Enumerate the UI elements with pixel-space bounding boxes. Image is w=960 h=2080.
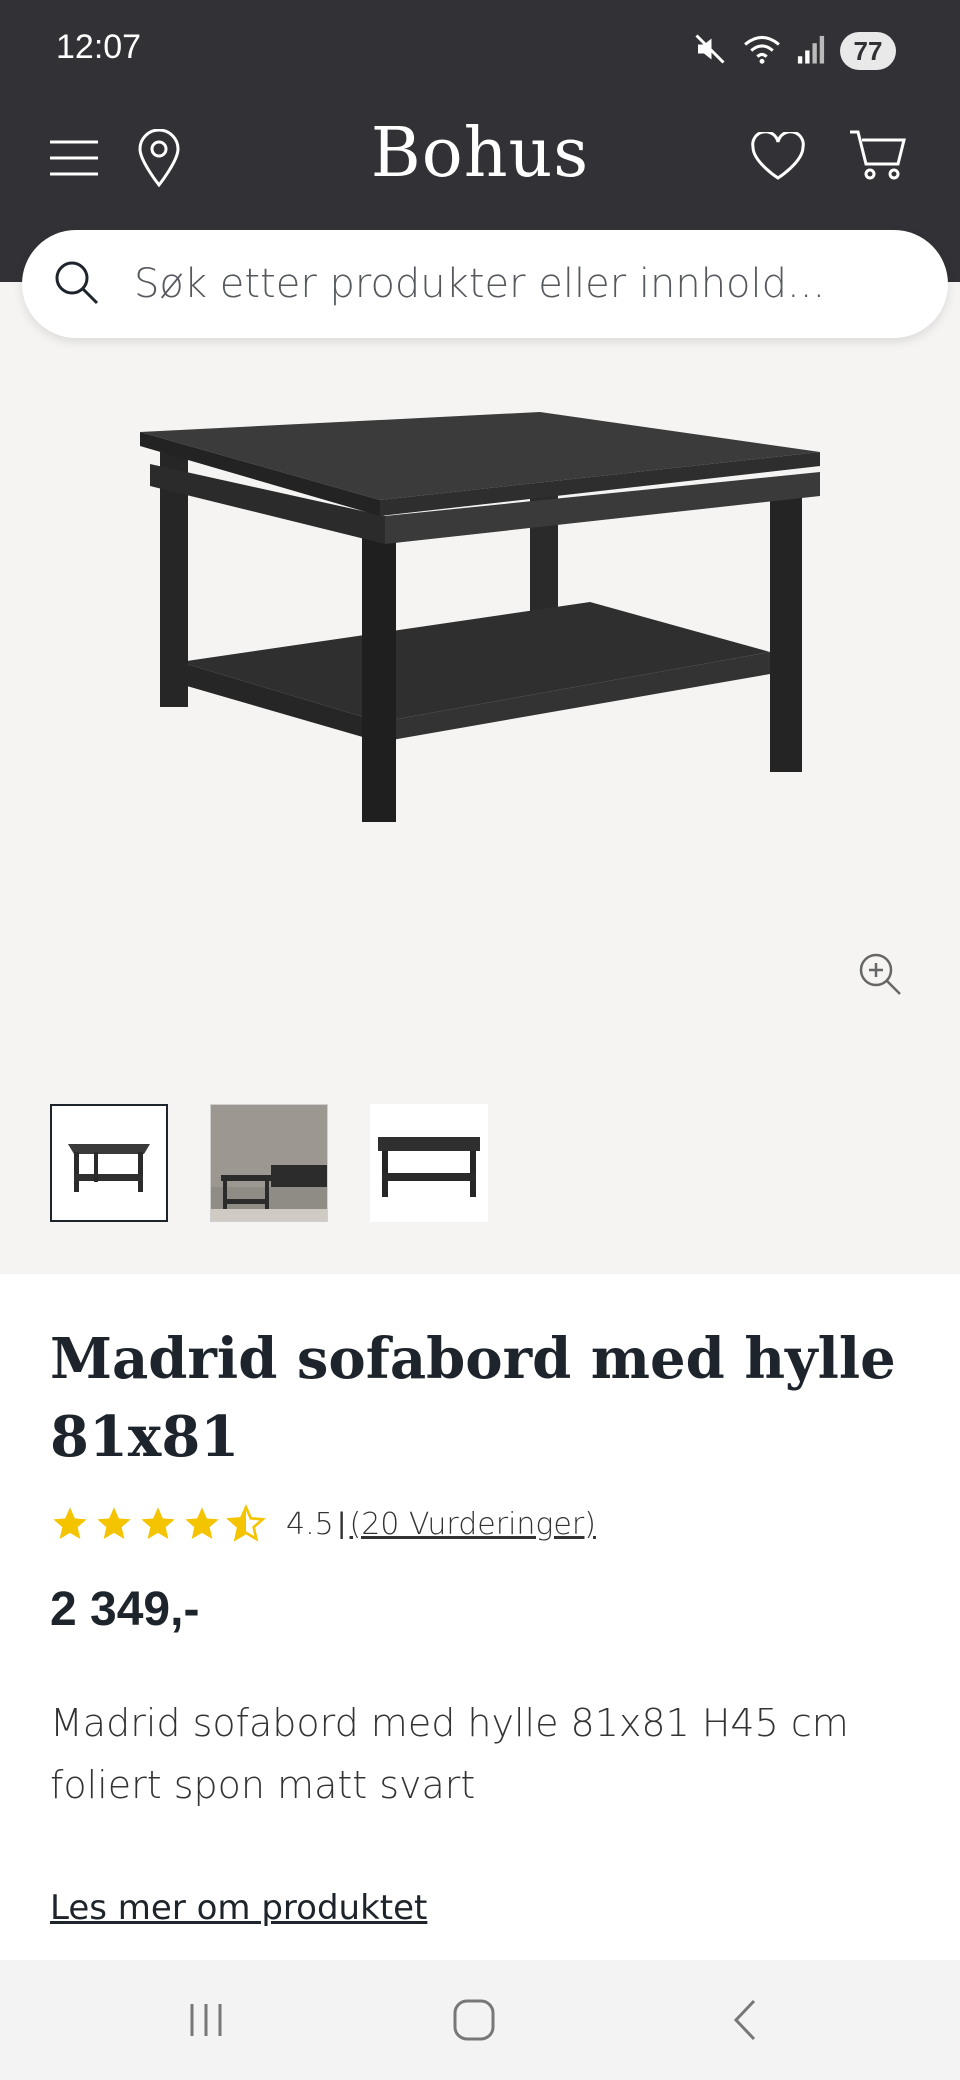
product-rating: 4.5 | (20 Vurderinger) — [50, 1500, 596, 1548]
product-price: 2 349,- — [50, 1583, 200, 1636]
star-icon — [97, 1507, 131, 1539]
search-icon[interactable] — [52, 258, 100, 311]
system-navigation-bar — [0, 1960, 960, 2080]
rating-value: 4.5 — [286, 1506, 334, 1542]
star-icon — [185, 1507, 219, 1539]
star-icon — [53, 1507, 87, 1539]
home-icon[interactable] — [444, 1990, 504, 2050]
status-icons: 77 — [692, 30, 896, 72]
product-gallery — [0, 282, 960, 1274]
status-time: 12:07 — [56, 28, 142, 66]
star-icon — [141, 1507, 175, 1539]
thumbnail-room-scene[interactable] — [210, 1104, 328, 1222]
product-main-image[interactable] — [120, 412, 840, 832]
thumbnail-table-front[interactable] — [50, 1104, 168, 1222]
read-more-link[interactable]: Les mer om produktet — [50, 1888, 427, 1928]
mute-icon — [692, 31, 728, 72]
product-title: Madrid sofabord med hylle 81x81 — [50, 1326, 896, 1470]
heart-icon[interactable] — [750, 130, 806, 184]
search-bar[interactable] — [22, 230, 948, 338]
back-icon[interactable] — [716, 1990, 776, 2050]
recent-apps-icon[interactable] — [176, 1990, 236, 2050]
wifi-icon — [742, 31, 782, 72]
bohus-logo[interactable]: Bohus — [0, 114, 960, 193]
signal-icon — [796, 33, 826, 70]
reviews-link[interactable]: (20 Vurderinger) — [350, 1507, 596, 1542]
star-half-icon — [226, 1504, 266, 1542]
battery-icon: 77 — [840, 32, 896, 70]
zoom-icon[interactable] — [856, 950, 904, 998]
cart-icon[interactable] — [848, 128, 908, 184]
product-description: Madrid sofabord med hylle 81x81 H45 cm f… — [50, 1701, 849, 1807]
rating-stars — [50, 1504, 266, 1544]
thumbnail-table-side[interactable] — [370, 1104, 488, 1222]
rating-separator: | — [337, 1507, 346, 1540]
search-input[interactable] — [132, 260, 896, 308]
